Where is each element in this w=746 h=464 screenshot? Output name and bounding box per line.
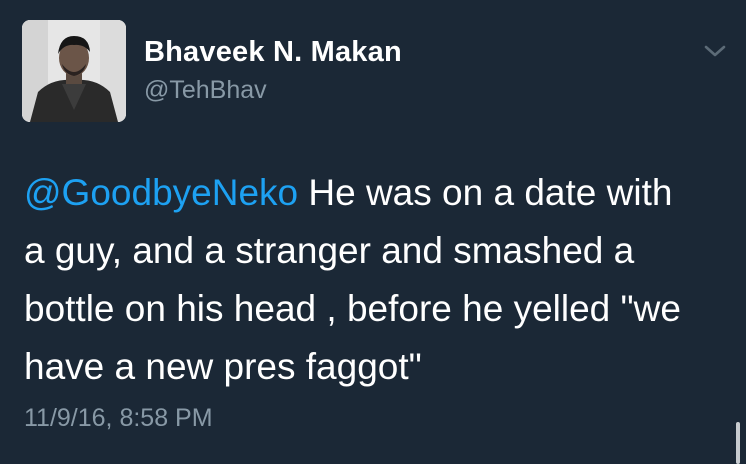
tweet-line-2: a guy, and a stranger and smashed a (24, 230, 635, 271)
mention-link[interactable]: @GoodbyeNeko (24, 172, 298, 213)
user-handle[interactable]: @TehBhav (144, 76, 267, 105)
avatar-photo (22, 20, 126, 122)
tweet-line-1: @GoodbyeNeko He was on a date with (24, 164, 724, 222)
tweet-text: @GoodbyeNeko He was on a date with a guy… (24, 164, 724, 396)
scrollbar[interactable] (736, 422, 740, 464)
tweet-line-3: bottle on his head , before he yelled "w… (24, 288, 681, 329)
display-name[interactable]: Bhaveek N. Makan (144, 36, 402, 69)
tweet-line-4: have a new pres faggot" (24, 346, 422, 387)
tweet-line-1-text: He was on a date with (298, 172, 673, 213)
chevron-down-icon[interactable] (700, 40, 730, 62)
tweet-timestamp: 11/9/16, 8:58 PM (24, 404, 213, 432)
tweet-card: Bhaveek N. Makan @TehBhav @GoodbyeNeko H… (0, 0, 746, 464)
avatar[interactable] (22, 20, 126, 122)
